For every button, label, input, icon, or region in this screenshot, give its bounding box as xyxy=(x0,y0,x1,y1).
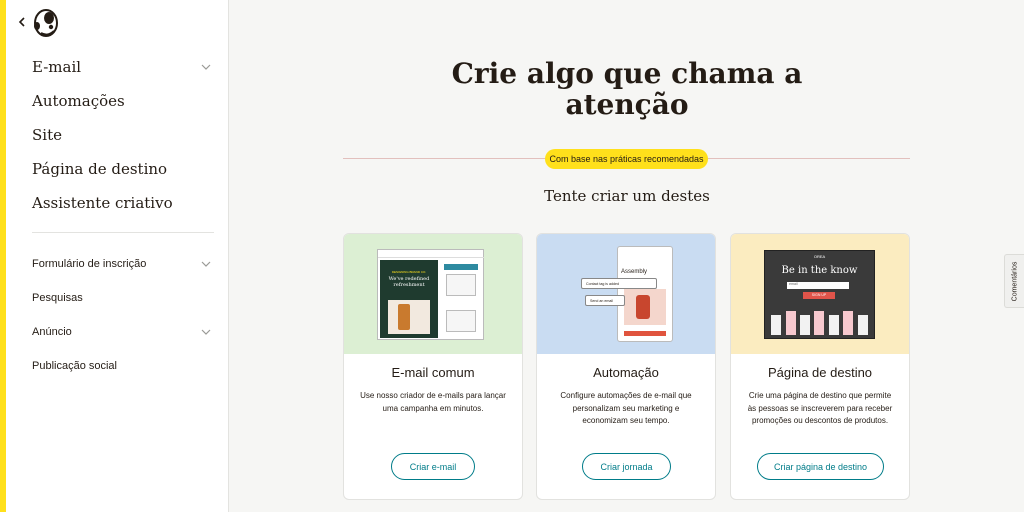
nav-item-automations[interactable]: Automações xyxy=(32,84,212,118)
mailchimp-logo-icon[interactable] xyxy=(31,6,61,38)
automation-mockup: Assembly xyxy=(617,246,673,342)
card-title: Automação xyxy=(593,365,659,380)
section-heading: Tente criar um destes xyxy=(544,187,710,205)
workflow-chip: Contact tag is added xyxy=(581,278,657,289)
mockup-headline: Be in the know xyxy=(781,265,858,276)
nav-item-site[interactable]: Site xyxy=(32,118,212,152)
primary-nav: E-mail Automações Site Página de destino… xyxy=(32,50,212,220)
mockup-cta: SIGN UP xyxy=(803,292,835,299)
card-landing-page: OREA Be in the know email SIGN UP Página… xyxy=(730,233,910,500)
mockup-field: email xyxy=(787,282,849,289)
card-automation: Assembly Contact tag is added Send an em… xyxy=(536,233,716,500)
mockup-headline: Assembly xyxy=(621,269,648,275)
card-title: Página de destino xyxy=(767,365,873,380)
create-email-button[interactable]: Criar e-mail xyxy=(391,453,475,480)
nav-item-signup-form[interactable]: Formulário de inscrição xyxy=(32,247,212,281)
chevron-down-icon[interactable] xyxy=(200,258,212,270)
nav-item-email[interactable]: E-mail xyxy=(32,50,212,84)
create-journey-button[interactable]: Criar jornada xyxy=(582,453,671,480)
secondary-nav: Formulário de inscrição Pesquisas Anúnci… xyxy=(32,247,212,383)
nav-item-label: Página de destino xyxy=(32,160,168,178)
nav-item-label: Assistente criativo xyxy=(32,194,173,212)
card-description: Configure automações de e-mail que perso… xyxy=(560,391,692,425)
nav-item-social-post[interactable]: Publicação social xyxy=(32,349,212,383)
card-regular-email: DESIGNING BRAND CO. We've redefined refr… xyxy=(343,233,523,500)
main-content: Crie algo que chama a atenção Com base n… xyxy=(230,0,1024,512)
sidebar-divider xyxy=(32,232,214,233)
nav-item-label: Publicação social xyxy=(32,360,117,372)
card-description: Crie uma página de destino que permite à… xyxy=(747,391,893,425)
card-illustration: Assembly Contact tag is added Send an em… xyxy=(537,234,715,354)
feedback-label: Comentários xyxy=(1011,261,1018,301)
best-practices-badge: Com base nas práticas recomendadas xyxy=(545,149,708,169)
nav-item-label: Anúncio xyxy=(32,326,72,338)
workflow-chip: Send an email xyxy=(585,295,625,306)
mockup-headline: We've redefined refreshment xyxy=(388,276,430,288)
feedback-tab[interactable]: Comentários xyxy=(1004,254,1024,308)
nav-item-label: E-mail xyxy=(32,58,82,76)
card-illustration: DESIGNING BRAND CO. We've redefined refr… xyxy=(344,234,522,354)
page-title: Crie algo que chama a atenção xyxy=(230,58,1024,120)
nav-item-label: Automações xyxy=(32,92,125,110)
landing-page-mockup: OREA Be in the know email SIGN UP xyxy=(764,250,875,339)
card-description: Use nosso criador de e-mails para lançar… xyxy=(360,391,506,413)
page-title-line1: Crie algo que chama a xyxy=(451,57,803,90)
nav-item-surveys[interactable]: Pesquisas xyxy=(32,281,212,315)
back-icon[interactable] xyxy=(15,15,29,29)
card-title: E-mail comum xyxy=(391,365,475,380)
email-mockup: DESIGNING BRAND CO. We've redefined refr… xyxy=(377,249,484,340)
page-title-line2: atenção xyxy=(565,88,689,121)
nav-item-creative-assistant[interactable]: Assistente criativo xyxy=(32,186,212,220)
chevron-down-icon[interactable] xyxy=(200,326,212,338)
nav-item-landing-page[interactable]: Página de destino xyxy=(32,152,212,186)
chevron-down-icon[interactable] xyxy=(200,61,212,73)
nav-item-label: Formulário de inscrição xyxy=(32,258,147,270)
card-illustration: OREA Be in the know email SIGN UP xyxy=(731,234,909,354)
nav-item-ad[interactable]: Anúncio xyxy=(32,315,212,349)
sidebar: E-mail Automações Site Página de destino… xyxy=(6,0,229,512)
mockup-kicker: DESIGNING BRAND CO. xyxy=(391,270,427,274)
create-landing-page-button[interactable]: Criar página de destino xyxy=(757,453,884,480)
mockup-brand: OREA xyxy=(813,254,826,259)
nav-item-label: Site xyxy=(32,126,62,144)
nav-item-label: Pesquisas xyxy=(32,292,83,304)
